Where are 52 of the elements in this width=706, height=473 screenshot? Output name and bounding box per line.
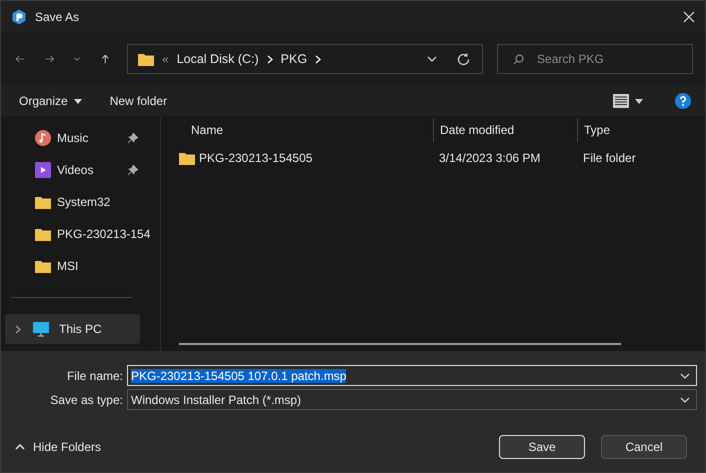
chevron-down-icon[interactable]: [680, 396, 690, 402]
file-name: PKG-230213-154505: [199, 151, 312, 165]
chevron-down-icon[interactable]: [427, 56, 438, 62]
close-icon[interactable]: [683, 10, 695, 22]
caret-icon[interactable]: [635, 98, 643, 104]
help-icon[interactable]: [675, 93, 691, 109]
sidebar-item[interactable]: This PC: [5, 314, 140, 344]
search-field[interactable]: Search PKG: [497, 44, 694, 74]
save-as-type-label: Save as type:: [49, 392, 124, 406]
sidebar-item[interactable]: MSI: [1, 250, 160, 282]
column-header[interactable]: Name: [161, 118, 433, 142]
file-name-label: File name:: [66, 368, 124, 382]
address-bar[interactable]: « Local Disk (C:) PKG: [127, 44, 484, 74]
sidebar-item[interactable]: Videos: [1, 154, 160, 186]
refresh-icon[interactable]: [457, 52, 470, 66]
column-header[interactable]: Date modified: [433, 118, 577, 142]
folder-icon: [35, 260, 51, 272]
music-note-icon: [35, 130, 51, 146]
breadcrumb[interactable]: PKG: [280, 52, 308, 66]
sidebar-item[interactable]: Music: [1, 122, 160, 154]
chevron-up-icon: [15, 444, 25, 450]
folder-icon: [35, 196, 51, 208]
pin-icon: [128, 133, 138, 143]
caret-icon: [74, 98, 82, 104]
file-type: File folder: [582, 151, 637, 165]
overflow-chevrons[interactable]: «: [162, 52, 169, 66]
chevron-down-icon[interactable]: [680, 372, 690, 378]
monitor-icon: [33, 321, 49, 337]
save-as-type-dropdown[interactable]: Windows Installer Patch (*.msp): [127, 389, 697, 410]
chevron-down-icon[interactable]: [74, 56, 81, 62]
horizontal-scrollbar[interactable]: [179, 343, 621, 345]
view-list-icon[interactable]: [613, 94, 629, 108]
window-title: Save As: [35, 10, 80, 24]
sidebar-item[interactable]: System32: [1, 186, 160, 218]
file-row[interactable]: PKG-230213-154505 3/14/2023 3:06 PM File folder: [161, 147, 705, 169]
save-button[interactable]: Save: [499, 435, 585, 459]
folder-icon: [138, 52, 154, 66]
search-icon: [513, 54, 524, 65]
sidebar-item[interactable]: PKG-230213-154: [1, 218, 160, 250]
column-header[interactable]: Type: [577, 118, 705, 142]
app-logo-icon: [11, 8, 27, 24]
file-name-field[interactable]: PKG-230213-154505 107.0.1 patch.msp: [127, 365, 697, 386]
folder-icon: [179, 152, 195, 164]
breadcrumb[interactable]: Local Disk (C:): [176, 52, 259, 66]
organize-menu-button[interactable]: Organize: [11, 90, 90, 112]
date-modified: 3/14/2023 3:06 PM: [438, 151, 542, 165]
pin-icon: [128, 165, 138, 175]
folder-icon: [35, 228, 51, 240]
cancel-button[interactable]: Cancel: [601, 435, 687, 459]
hide-folders-button[interactable]: Hide Folders: [1, 436, 116, 458]
video-icon: [35, 162, 51, 178]
new-folder-button[interactable]: New folder: [102, 90, 176, 112]
